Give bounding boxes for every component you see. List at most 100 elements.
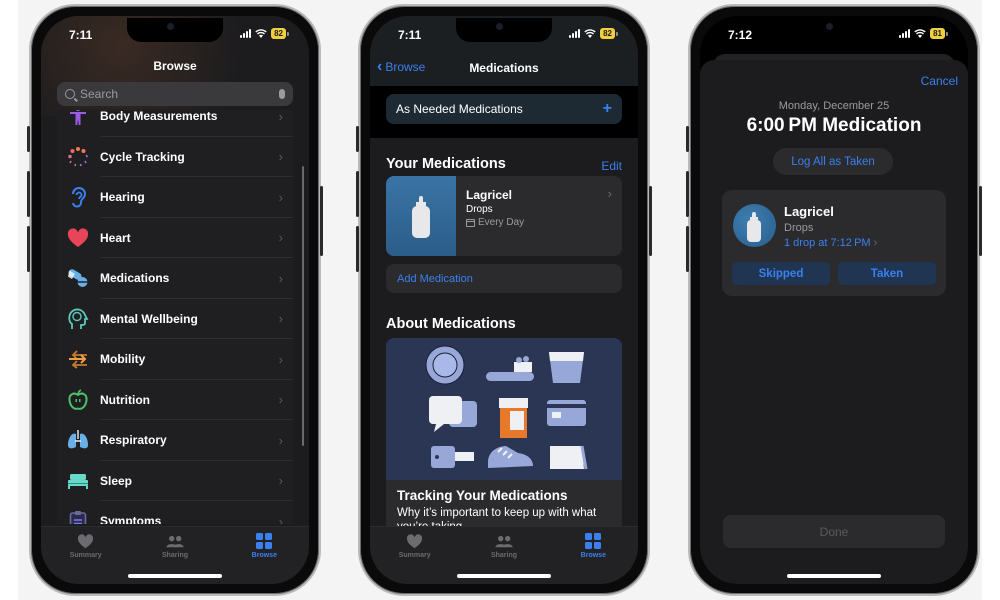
tab-browse[interactable]: Browse — [220, 527, 309, 584]
nutrition-icon — [66, 388, 90, 412]
skipped-button[interactable]: Skipped — [732, 262, 830, 285]
power-button — [320, 186, 323, 256]
sun-icon — [425, 345, 465, 385]
search-input[interactable]: Search — [57, 82, 293, 106]
category-sleep[interactable]: Sleep › — [57, 461, 293, 502]
dynamic-island — [127, 18, 223, 42]
tab-browse[interactable]: Browse — [549, 527, 638, 584]
log-dose-sheet: Cancel Monday, December 25 6:00 PM Medic… — [700, 60, 968, 584]
tab-label: Browse — [580, 552, 606, 559]
page-title: Browse — [153, 59, 197, 73]
medications-icon — [66, 266, 90, 290]
tab-label: Summary — [69, 552, 102, 559]
category-respiratory[interactable]: Respiratory › — [57, 420, 293, 461]
medication-name: Lagricel — [784, 204, 834, 219]
category-label: Heart — [100, 230, 131, 245]
log-all-as-taken-button[interactable]: Log All as Taken — [773, 148, 893, 175]
stage: 7:11 82 Browse Search Body Measurements — [0, 0, 1000, 600]
about-medications-heading: About Medications — [386, 316, 516, 332]
sleep-icon — [66, 469, 90, 493]
dynamic-island — [786, 18, 882, 42]
chevron-right-icon: › — [278, 110, 283, 124]
pill-bottle-icon — [499, 398, 528, 438]
volume-up-button — [356, 171, 359, 217]
toothbrush-icon — [486, 356, 534, 381]
taken-button[interactable]: Taken — [838, 262, 936, 285]
credit-card-icon — [547, 400, 586, 426]
tab-label: Sharing — [490, 552, 518, 559]
dynamic-island — [456, 18, 552, 42]
dose-card: Lagricel Drops 1 drop at 7:12 PM › Skipp… — [722, 190, 946, 296]
category-label: Mental Wellbeing — [100, 311, 198, 326]
medication-card[interactable]: Lagricel Drops Every Day › — [386, 176, 622, 256]
wifi-icon — [584, 29, 596, 38]
edit-button[interactable]: Edit — [601, 159, 622, 173]
screen: 7:11 82 ‹ Browse Medications As Needed M… — [370, 16, 638, 584]
action-button — [27, 126, 30, 152]
as-needed-medications-button[interactable]: As Needed Medications + — [386, 94, 622, 124]
chevron-right-icon: › — [278, 392, 283, 408]
home-indicator[interactable] — [128, 574, 222, 578]
category-symptoms[interactable]: Symptoms › — [57, 501, 293, 524]
tab-label: Sharing — [161, 552, 189, 559]
scrollbar[interactable] — [302, 166, 304, 446]
medication-form: Drops — [784, 222, 814, 234]
body-measurements-icon — [66, 110, 90, 128]
battery-level: 82 — [271, 28, 286, 39]
as-needed-label: As Needed Medications — [396, 102, 523, 116]
wifi-icon — [914, 29, 926, 38]
chevron-right-icon: › — [278, 513, 283, 524]
category-label: Respiratory — [100, 433, 167, 448]
category-mobility[interactable]: Mobility › — [57, 339, 293, 380]
power-button — [979, 186, 982, 256]
search-icon — [65, 89, 75, 99]
hearing-icon — [66, 185, 90, 209]
wifi-icon — [255, 29, 267, 38]
tab-summary[interactable]: Summary — [41, 527, 130, 584]
status-time: 7:11 — [69, 28, 93, 42]
volume-down-button — [27, 226, 30, 272]
done-button[interactable]: Done — [723, 515, 945, 548]
home-indicator[interactable] — [787, 574, 881, 578]
phone-log-dose: 7:12 81 Cancel Monday, December 25 6:00 … — [686, 4, 982, 596]
category-mental-wellbeing[interactable]: Mental Wellbeing › — [57, 299, 293, 340]
category-cycle-tracking[interactable]: Cycle Tracking › — [57, 137, 293, 178]
people-icon — [166, 533, 184, 549]
chevron-right-icon: › — [278, 311, 283, 327]
status-time: 7:12 — [728, 28, 753, 42]
key-icon — [431, 446, 474, 468]
microphone-icon[interactable] — [279, 89, 285, 99]
category-label: Mobility — [100, 352, 146, 367]
volume-down-button — [356, 226, 359, 272]
dose-detail-link[interactable]: 1 drop at 7:12 PM › — [784, 237, 877, 249]
sandwich-icon — [550, 445, 588, 470]
chevron-right-icon: › — [607, 186, 612, 201]
search-placeholder: Search — [80, 87, 119, 101]
power-button — [649, 186, 652, 256]
chevron-right-icon: › — [278, 230, 283, 246]
category-label: Medications — [100, 271, 170, 286]
add-medication-button[interactable]: Add Medication — [386, 264, 622, 293]
people-icon — [495, 533, 513, 549]
volume-up-button — [27, 171, 30, 217]
category-heart[interactable]: Heart › — [57, 218, 293, 259]
category-list: Body Measurements › Cycle Tracking › Hea… — [57, 110, 293, 524]
home-indicator[interactable] — [457, 574, 551, 578]
camera-icon — [826, 23, 833, 30]
eye-drop-bottle-icon — [412, 196, 430, 238]
volume-up-button — [686, 171, 689, 217]
medication-thumbnail — [386, 176, 456, 256]
battery-nub — [946, 31, 948, 36]
tab-summary[interactable]: Summary — [370, 527, 459, 584]
mobility-icon — [66, 347, 90, 371]
grid-icon — [255, 533, 273, 549]
category-body-measurements[interactable]: Body Measurements › — [57, 110, 293, 137]
battery-nub — [287, 31, 289, 36]
article-illustration[interactable] — [386, 338, 622, 480]
category-hearing[interactable]: Hearing › — [57, 177, 293, 218]
screen: 7:11 82 Browse Search Body Measurements — [41, 16, 309, 584]
category-nutrition[interactable]: Nutrition › — [57, 380, 293, 421]
dose-date: Monday, December 25 — [778, 100, 890, 112]
cancel-button[interactable]: Cancel — [921, 74, 958, 88]
category-medications[interactable]: Medications › — [57, 258, 293, 299]
